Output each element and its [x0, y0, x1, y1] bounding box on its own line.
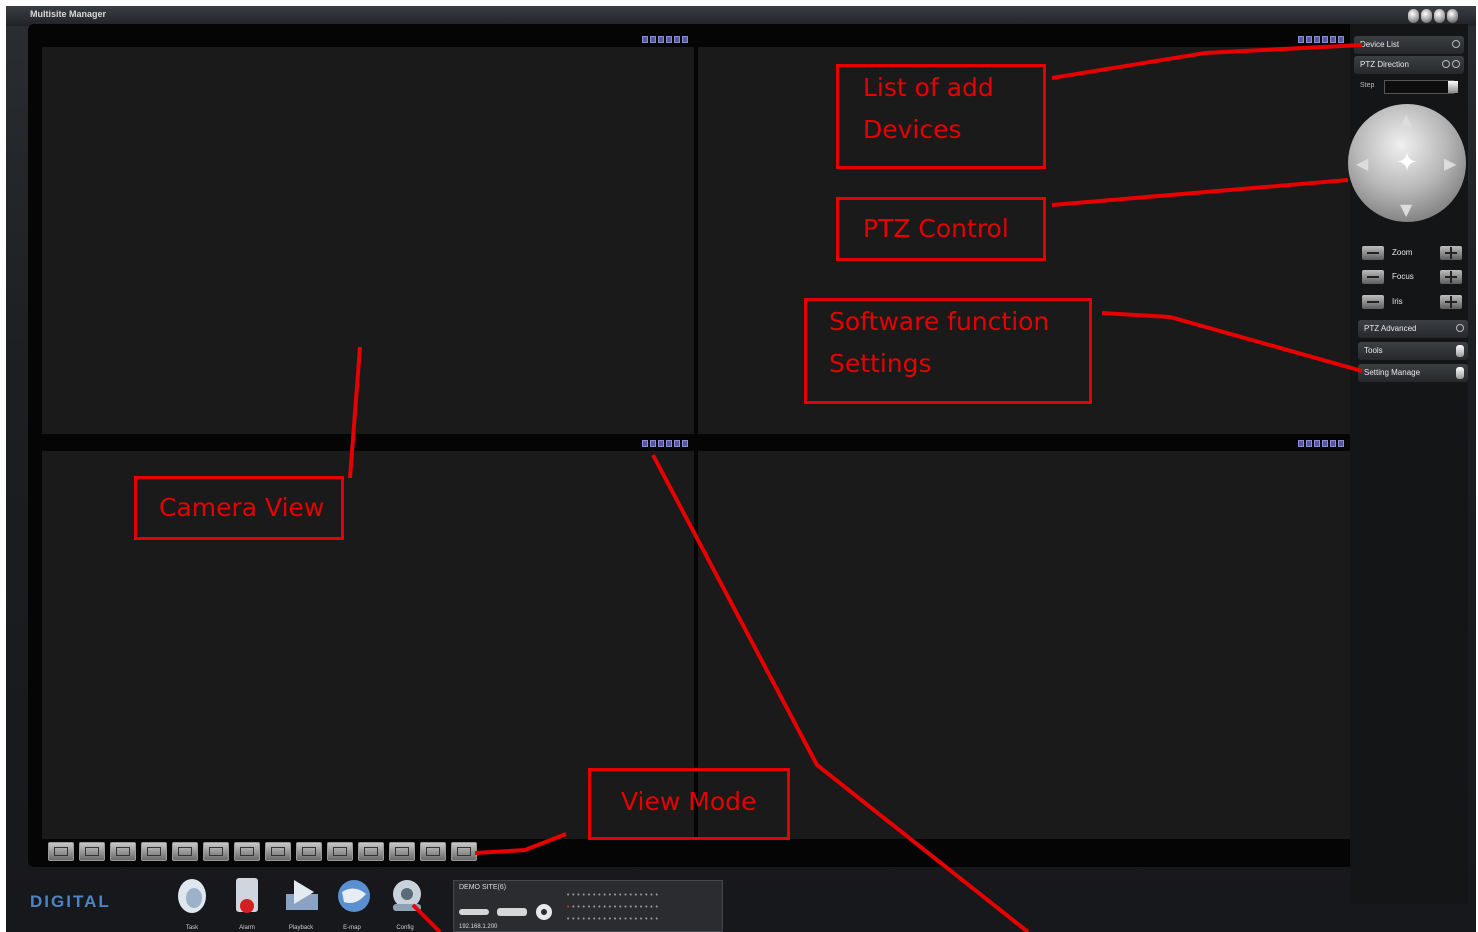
callout-line: [411, 903, 442, 932]
annotation-view-mode: View Mode: [588, 768, 790, 840]
annotation-text: Settings: [829, 349, 932, 378]
callout-line: [1051, 43, 1363, 80]
annotation-text: Software function: [829, 307, 1050, 336]
annotation-camera-view: Camera View: [134, 476, 344, 540]
callout-line: [1101, 311, 1363, 373]
callout-line: [474, 832, 567, 855]
annotation-software-settings: Software function Settings: [804, 298, 1092, 404]
callout-line: [1051, 178, 1349, 207]
annotation-ptz-control: PTZ Control: [836, 197, 1046, 261]
annotation-text: PTZ Control: [863, 214, 1009, 243]
annotation-text: View Mode: [621, 787, 757, 816]
annotation-text: Camera View: [159, 493, 325, 522]
annotation-text: Devices: [863, 115, 962, 144]
annotation-device-list: List of add Devices: [836, 64, 1046, 169]
annotation-text: List of add: [863, 73, 994, 102]
callout-line: [348, 346, 362, 479]
callout-line: [651, 454, 1030, 932]
